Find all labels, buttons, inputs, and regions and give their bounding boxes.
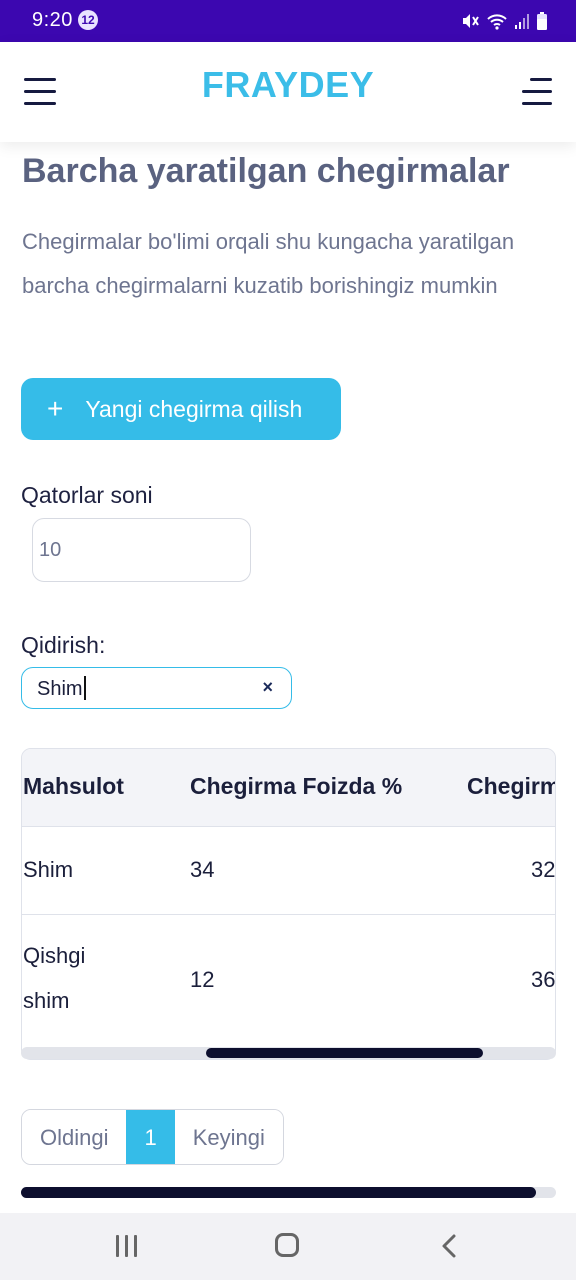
table-scrollbar-thumb[interactable] bbox=[206, 1048, 483, 1058]
column-header-percent[interactable]: Chegirma Foizda % bbox=[190, 773, 402, 800]
cell-product-line1: Qishgi bbox=[23, 943, 86, 968]
back-icon[interactable] bbox=[440, 1233, 458, 1259]
cell-third: 36 bbox=[531, 967, 556, 992]
table-row: Qishgi shim 12 36 bbox=[22, 915, 555, 1045]
rows-count-label: Qatorlar soni bbox=[21, 482, 153, 508]
new-discount-button[interactable]: + Yangi chegirma qilish bbox=[21, 378, 341, 440]
search-label: Qidirish: bbox=[21, 632, 106, 658]
new-discount-label: Yangi chegirma qilish bbox=[85, 395, 303, 422]
mute-icon bbox=[463, 14, 479, 28]
page-title: Barcha yaratilgan chegirmalar bbox=[22, 152, 510, 190]
app-header: FRAYDEY bbox=[0, 42, 576, 142]
cell-product: Shim bbox=[23, 857, 74, 882]
cell-percent: 34 bbox=[190, 857, 215, 882]
table-header: Mahsulot Chegirma Foizda % Chegirm bbox=[22, 749, 555, 827]
discounts-table: Mahsulot Chegirma Foizda % Chegirm Shim … bbox=[21, 748, 556, 1060]
brand-logo[interactable]: FRAYDEY bbox=[0, 64, 576, 106]
next-page-button[interactable]: Keyingi bbox=[174, 1110, 283, 1164]
status-time: 9:20 bbox=[32, 9, 73, 31]
signal-icon bbox=[515, 14, 529, 29]
current-page-button[interactable]: 1 bbox=[126, 1110, 175, 1164]
page-scrollbar-thumb[interactable] bbox=[21, 1187, 536, 1198]
rows-count-value: 10 bbox=[39, 539, 62, 561]
status-bar: 9:20 12 bbox=[0, 0, 576, 42]
menu-right-icon[interactable] bbox=[522, 78, 552, 108]
page-description: Chegirmalar bo'limi orqali shu kungacha … bbox=[22, 229, 515, 298]
column-header-third[interactable]: Chegirm bbox=[467, 773, 555, 800]
home-icon[interactable] bbox=[275, 1233, 299, 1257]
notification-count-badge: 12 bbox=[78, 10, 98, 30]
wifi-icon bbox=[487, 14, 507, 30]
search-value-wrap: Shim bbox=[37, 676, 86, 701]
search-input[interactable]: Shim × bbox=[21, 667, 292, 709]
prev-page-button[interactable]: Oldingi bbox=[22, 1110, 127, 1164]
page-horizontal-scrollbar[interactable] bbox=[21, 1187, 556, 1198]
column-header-product[interactable]: Mahsulot bbox=[23, 773, 124, 800]
battery-icon bbox=[537, 12, 547, 30]
table-row: Shim 34 32 bbox=[22, 827, 555, 915]
recent-apps-icon[interactable] bbox=[116, 1235, 138, 1257]
status-icons bbox=[460, 10, 548, 32]
rows-count-select[interactable]: 10 bbox=[32, 518, 251, 582]
system-nav-bar bbox=[0, 1213, 576, 1280]
cell-percent: 12 bbox=[190, 967, 215, 992]
search-value: Shim bbox=[37, 678, 83, 700]
cell-third: 32 bbox=[531, 857, 556, 882]
cell-product-line2: shim bbox=[23, 988, 70, 1013]
table-horizontal-scrollbar[interactable] bbox=[21, 1047, 556, 1059]
text-caret bbox=[83, 676, 86, 700]
pagination: Oldingi 1 Keyingi bbox=[21, 1109, 284, 1165]
plus-icon: + bbox=[47, 393, 64, 424]
clear-search-icon[interactable]: × bbox=[262, 677, 273, 698]
